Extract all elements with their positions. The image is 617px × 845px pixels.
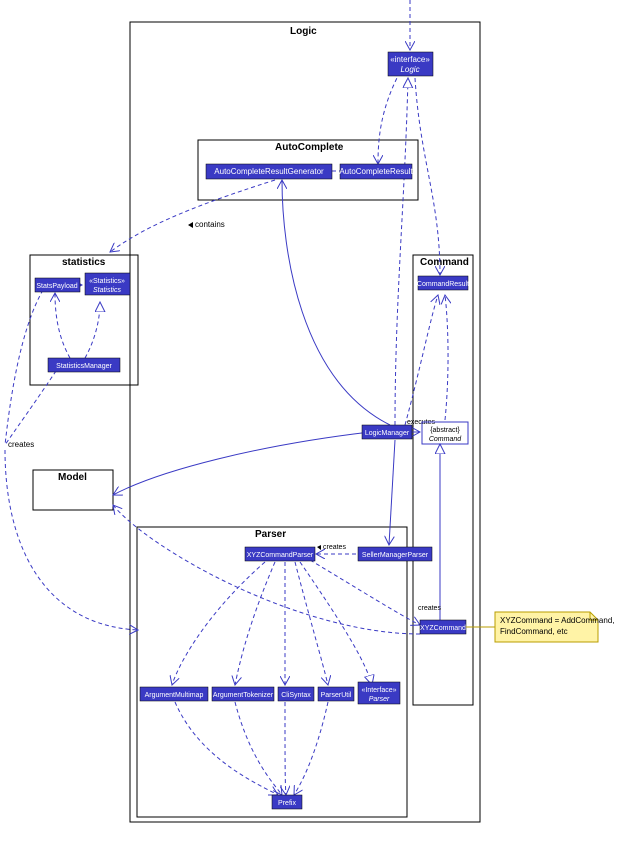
edge-xyzcmd-to-model (113, 505, 420, 634)
pkg-command-title: Command (420, 257, 469, 268)
node-sm-parser: SellerManagerParser (358, 547, 432, 561)
edge-cli-prefix (285, 702, 286, 795)
edge-logicmgr-to-cmdresult (405, 295, 438, 425)
svg-text:«Statistics»: «Statistics» (89, 278, 125, 285)
edge-cmd-to-result (445, 295, 448, 420)
svg-text:Logic: Logic (400, 65, 419, 74)
pkg-statistics-title: statistics (62, 257, 106, 268)
edge-xyzp-putil (295, 562, 328, 685)
uml-diagram: Logic AutoComplete statistics Command Mo… (0, 0, 617, 845)
svg-text:StatisticsManager: StatisticsManager (56, 363, 112, 370)
node-stats-mgr: StatisticsManager (48, 358, 120, 372)
node-prefix: Prefix (272, 795, 302, 809)
svg-text:AutoCompleteResult: AutoCompleteResult (339, 167, 413, 176)
edge-creates-left-b (5, 365, 60, 445)
label-creates2: creates (323, 544, 346, 551)
edge-logicmgr-to-acgen (282, 180, 390, 425)
svg-text:StatsPayload: StatsPayload (36, 283, 77, 290)
edge-xyzparser-creates-xyzcmd (310, 560, 420, 625)
svg-text:XYZCommand: XYZCommand (420, 625, 466, 632)
edge-logicmgr-to-smparser (389, 440, 395, 545)
pkg-autocomplete-title: AutoComplete (275, 142, 344, 153)
svg-text:{abstract}: {abstract} (430, 427, 460, 434)
node-xyz-parser: XYZCommandParser (245, 547, 315, 561)
svg-text:CliSyntax: CliSyntax (281, 692, 311, 699)
label-contains: contains (195, 220, 225, 229)
svg-text:FindCommand, etc: FindCommand, etc (500, 627, 568, 636)
node-arg-tokenizer: ArgumentTokenizer (212, 687, 274, 701)
svg-text:Parser: Parser (369, 696, 390, 703)
edge-creates-left-a (5, 290, 43, 445)
node-ac-gen: AutoCompleteResultGenerator (206, 164, 332, 179)
svg-text:ArgumentTokenizer: ArgumentTokenizer (213, 692, 274, 699)
svg-text:«Interface»: «Interface» (361, 687, 396, 694)
svg-text:«interface»: «interface» (390, 55, 430, 64)
label-contains-arrow (188, 222, 193, 228)
pkg-command (413, 255, 473, 705)
pkg-logic-title: Logic (290, 26, 317, 37)
node-cli-syntax: CliSyntax (278, 687, 314, 701)
edge-logic-to-acres (378, 72, 400, 164)
node-parser-util: ParserUtil (318, 687, 354, 701)
note-xyzcommand: XYZCommand = AddCommand, FindCommand, et… (495, 612, 615, 642)
svg-text:XYZCommandParser: XYZCommandParser (247, 552, 314, 559)
edge-xyzp-argtok (235, 562, 275, 685)
edge-putil-prefix (294, 702, 328, 795)
svg-text:Statistics: Statistics (93, 287, 122, 294)
edge-argtok-prefix (235, 702, 282, 795)
svg-text:AutoCompleteResultGenerator: AutoCompleteResultGenerator (214, 167, 324, 176)
svg-text:ParserUtil: ParserUtil (321, 692, 352, 699)
node-stats-interface: «Statistics» Statistics (85, 273, 130, 295)
svg-text:CommandResult: CommandResult (417, 281, 469, 288)
edge-logicmgr-to-model (113, 432, 370, 495)
node-parser-interface: «Interface» Parser (358, 682, 400, 704)
edge-logicmgr-realizes-logic (395, 78, 408, 425)
node-xyz-command: XYZCommand (420, 620, 466, 634)
svg-text:LogicManager: LogicManager (365, 430, 410, 437)
edge-argmm-prefix (175, 702, 278, 795)
pkg-model-title: Model (58, 472, 87, 483)
node-logic-interface: «interface» Logic (388, 52, 433, 76)
node-stats-payload: StatsPayload (35, 278, 80, 292)
label-creates3: creates (418, 605, 441, 612)
edge-xyzparser-realizes-parser (300, 562, 372, 685)
node-logic-manager: LogicManager (362, 425, 412, 439)
edge-statsmgr-realizes (85, 302, 100, 358)
label-creates2-arrow (317, 545, 321, 550)
svg-text:Prefix: Prefix (278, 800, 296, 807)
svg-text:XYZCommand = AddCommand,: XYZCommand = AddCommand, (500, 616, 615, 625)
svg-text:Command: Command (429, 436, 462, 443)
svg-text:SellerManagerParser: SellerManagerParser (362, 552, 429, 559)
label-creates1: creates (8, 440, 34, 449)
edge-statsmgr-to-payload (55, 293, 70, 358)
node-cmd-result: CommandResult (417, 276, 469, 290)
edge-logic-to-cmdresult (415, 78, 440, 275)
node-arg-multimap: ArgumentMultimap (140, 687, 208, 701)
edge-contains (110, 180, 275, 252)
pkg-parser-title: Parser (255, 529, 286, 540)
node-ac-res: AutoCompleteResult (339, 164, 413, 179)
svg-text:ArgumentMultimap: ArgumentMultimap (145, 692, 204, 699)
